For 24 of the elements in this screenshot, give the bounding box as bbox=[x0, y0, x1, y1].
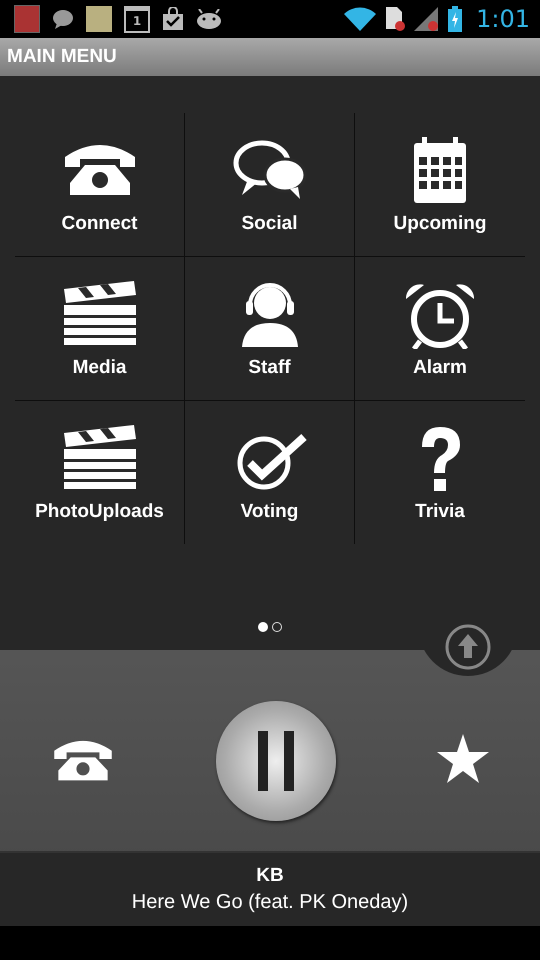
signal-blocked-icon bbox=[414, 7, 440, 31]
menu-tile[interactable]: PhotoUploads bbox=[15, 401, 185, 544]
menu-tile[interactable]: Upcoming bbox=[355, 113, 525, 257]
menu-tile[interactable]: Media bbox=[15, 257, 185, 401]
status-time: 1:01 bbox=[476, 5, 530, 33]
star-icon bbox=[436, 733, 490, 785]
menu-tile[interactable]: Connect bbox=[15, 113, 185, 257]
menu-tile[interactable]: Staff bbox=[185, 257, 355, 401]
app-icon bbox=[14, 5, 40, 33]
menu-tile[interactable]: Alarm bbox=[355, 257, 525, 401]
shopping-bag-check-icon bbox=[162, 7, 184, 31]
sd-card-blocked-icon bbox=[384, 7, 406, 31]
chat-bubble-icon bbox=[52, 9, 74, 29]
calendar-icon: 1 bbox=[124, 6, 150, 32]
menu-tile[interactable]: Social bbox=[185, 113, 355, 257]
menu-tile[interactable]: Trivia bbox=[355, 401, 525, 544]
menu-tile[interactable]: Voting bbox=[185, 401, 355, 544]
android-icon bbox=[196, 9, 222, 29]
battery-charging-icon bbox=[448, 6, 462, 32]
screen-title: MAIN MENU bbox=[7, 46, 117, 68]
track-title: Here We Go (feat. PK Oneday) bbox=[132, 891, 408, 914]
wifi-icon bbox=[344, 7, 376, 31]
up-arrow-circle-icon bbox=[445, 624, 491, 670]
artist-name: KB bbox=[256, 865, 284, 887]
